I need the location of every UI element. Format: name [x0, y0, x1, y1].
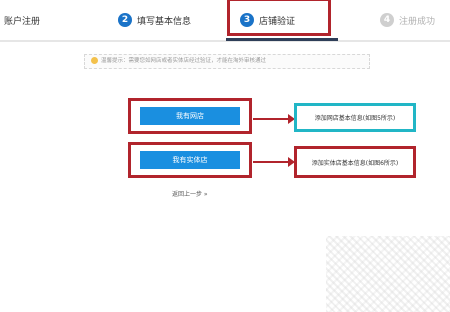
physical-store-info-text: 添加实体店基本信息(如图6所示) [311, 159, 399, 167]
lightbulb-icon [91, 56, 98, 64]
have-physical-store-button[interactable]: 我有实体店 [140, 151, 240, 169]
online-store-info-text: 添加网店基本信息(如图5所示) [314, 115, 396, 122]
step-basic-info: 2 填写基本信息 [118, 0, 191, 40]
active-step-highlight [227, 0, 331, 36]
watermark [326, 236, 450, 312]
arrow-right-icon [253, 157, 295, 167]
registration-steps-bar: 账户注册 2 填写基本信息 3 店铺验证 4 注册成功 [0, 0, 450, 42]
step-2-number-badge: 2 [118, 13, 132, 27]
online-store-info-callout: 添加网店基本信息(如图5所示) [294, 103, 416, 132]
arrow-right-icon [253, 114, 295, 124]
back-to-previous-step-link[interactable]: 返回上一步 » [172, 189, 208, 198]
active-step-underline [226, 38, 338, 41]
have-online-store-button[interactable]: 我有网店 [140, 107, 240, 125]
online-store-highlight-frame: 我有网店 [128, 98, 252, 134]
step-account-registration: 账户注册 [4, 0, 40, 40]
step-2-label: 填写基本信息 [137, 16, 192, 27]
physical-store-info-callout: 添加实体店基本信息(如图6所示) [294, 146, 416, 178]
step-4-label: 注册成功 [399, 16, 436, 27]
step-registration-success: 4 注册成功 [380, 0, 435, 40]
tip-banner: 温馨提示：需要您如网店或者实体店经过验证，才能在淘外审核通过 [84, 54, 370, 69]
step-1-label: 账户注册 [4, 16, 41, 27]
tip-text: 温馨提示：需要您如网店或者实体店经过验证，才能在淘外审核通过 [101, 58, 267, 64]
step-4-number-badge: 4 [380, 13, 394, 27]
physical-store-highlight-frame: 我有实体店 [128, 142, 252, 178]
